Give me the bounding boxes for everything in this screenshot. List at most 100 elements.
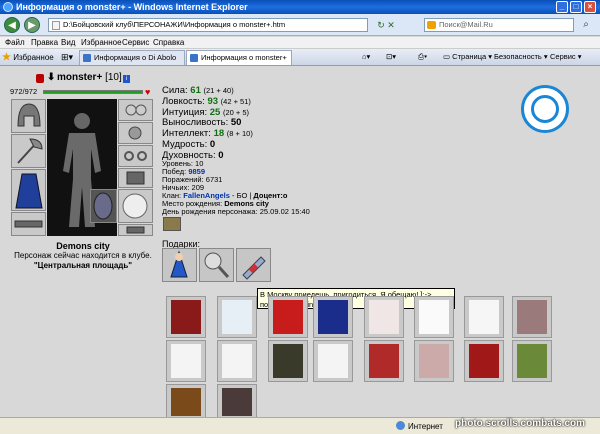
- gift-bottle[interactable]: [236, 248, 271, 282]
- menu-file[interactable]: Файл: [5, 37, 25, 49]
- safety-menu[interactable]: Безопасность ▾: [494, 52, 548, 61]
- gift-card[interactable]: [166, 340, 206, 382]
- refresh-button[interactable]: ↻ ✕: [372, 18, 400, 32]
- gloves-slot[interactable]: [118, 168, 153, 188]
- tab-label: Информация о monster+: [201, 53, 287, 62]
- print-icon[interactable]: ⎙▾: [418, 52, 427, 62]
- gift-card[interactable]: [217, 340, 257, 382]
- amulet-slot[interactable]: [118, 122, 153, 144]
- menu-view[interactable]: Вид: [61, 37, 75, 49]
- bottle-icon: [242, 256, 266, 280]
- round-shield-icon: [122, 193, 148, 219]
- card-art: [273, 300, 303, 334]
- menu-help[interactable]: Справка: [153, 37, 184, 49]
- favorites-label: Избранное: [13, 53, 54, 62]
- gift-card[interactable]: [313, 340, 353, 382]
- gift-card[interactable]: [268, 340, 308, 382]
- maximize-button[interactable]: □: [570, 1, 582, 13]
- stat-label: Сила:: [162, 85, 188, 96]
- gift-card[interactable]: [512, 296, 552, 338]
- gift-card[interactable]: [414, 296, 454, 338]
- search-button[interactable]: ⌕: [578, 18, 594, 32]
- minimize-button[interactable]: _: [556, 1, 568, 13]
- address-input[interactable]: D:\Бойцовский клуб\ПЕРСОНАЖИ\Информация …: [48, 18, 368, 32]
- ie-icon: [3, 2, 13, 12]
- boots-slot[interactable]: [118, 224, 153, 236]
- gift-mirror[interactable]: [199, 248, 234, 282]
- gift-card[interactable]: [414, 340, 454, 382]
- search-input[interactable]: Поиск@Mail.Ru: [424, 18, 574, 32]
- clan-crest-logo: [521, 85, 569, 133]
- tools-menu[interactable]: Сервис ▾: [550, 52, 582, 61]
- stat-label: Интуиция:: [162, 106, 208, 118]
- card-art: [171, 300, 201, 334]
- gift-card[interactable]: [217, 384, 257, 417]
- cloak-icon: [15, 173, 43, 209]
- belt-slot[interactable]: [11, 212, 46, 236]
- doll-icon: [170, 250, 188, 278]
- page-menu[interactable]: ▭ Страница ▾: [443, 52, 492, 61]
- offhand-slot[interactable]: [118, 189, 153, 223]
- star-icon: ★: [2, 52, 11, 63]
- menu-bar: Файл Правка Вид Избранное Сервис Справка: [0, 37, 600, 49]
- forward-button[interactable]: ▶: [24, 17, 40, 33]
- menu-favorites[interactable]: Избранное: [81, 37, 122, 49]
- gifts-chest-icon[interactable]: [163, 217, 181, 231]
- character-header: monster+ [10]: [57, 72, 122, 83]
- gift-card[interactable]: [166, 384, 206, 417]
- tab-di-abolo[interactable]: Информация о Di Abolo: [79, 50, 185, 65]
- zone-indicator: Интернет: [396, 421, 443, 431]
- earring-icon: [125, 104, 147, 116]
- menu-tools[interactable]: Сервис: [122, 37, 149, 49]
- gift-card[interactable]: [217, 296, 257, 338]
- card-art: [419, 300, 449, 334]
- gift-card[interactable]: [364, 296, 404, 338]
- gift-card[interactable]: [166, 296, 206, 338]
- stat-extra: (42 + 51): [220, 96, 251, 106]
- tab-monster[interactable]: Информация о monster+: [186, 50, 292, 65]
- address-toolbar: ◀ ▶ D:\Бойцовский клуб\ПЕРСОНАЖИ\Информа…: [0, 14, 600, 36]
- back-button[interactable]: ◀: [4, 17, 20, 33]
- location-line-2: "Центральная площадь": [33, 261, 133, 270]
- shield-icon: [93, 192, 113, 220]
- zone-label: Интернет: [408, 422, 443, 431]
- menu-edit[interactable]: Правка: [31, 37, 58, 49]
- stat-value: 25: [209, 106, 221, 118]
- globe-icon: [396, 421, 405, 430]
- weapon-slot[interactable]: [11, 134, 46, 168]
- clan-emblem-icon[interactable]: [36, 74, 44, 83]
- helmet-slot[interactable]: [11, 99, 46, 133]
- tools-menu-label: Сервис: [550, 52, 576, 61]
- info-block: Уровень: 10 Побед: 9859 Поражений: 6731 …: [162, 160, 310, 216]
- gift-card[interactable]: [364, 340, 404, 382]
- armor-slot[interactable]: [11, 169, 46, 211]
- gift-card[interactable]: [464, 296, 504, 338]
- address-text: D:\Бойцовский клуб\ПЕРСОНАЖИ\Информация …: [63, 20, 286, 29]
- tab-label: Информация о Di Abolo: [94, 53, 177, 62]
- stat-extra: (21 + 40): [203, 86, 234, 95]
- gift-doll[interactable]: [162, 248, 197, 282]
- earring-slot[interactable]: [118, 99, 153, 121]
- card-art: [222, 344, 252, 378]
- home-icon[interactable]: ⌂▾: [362, 52, 370, 61]
- feeds-icon[interactable]: ⊡▾: [386, 52, 396, 61]
- card-art: [318, 344, 348, 378]
- stat-extra: (8 + 10): [226, 129, 253, 139]
- page-content: ⬇ monster+ [10] i 972/972 ♥ Demons city …: [0, 67, 600, 417]
- favorites-button[interactable]: ★ Избранное: [2, 52, 54, 63]
- quick-tabs-icon[interactable]: ⊞▾: [61, 52, 73, 63]
- page-icon: [83, 54, 91, 62]
- close-button[interactable]: ×: [584, 1, 596, 13]
- page-icon: [52, 21, 60, 30]
- gift-card[interactable]: [268, 296, 308, 338]
- card-art: [318, 300, 348, 334]
- stat-label: Ловкость:: [162, 95, 205, 107]
- gift-card[interactable]: [464, 340, 504, 382]
- info-icon[interactable]: i: [123, 75, 130, 83]
- card-art: [273, 344, 303, 378]
- gift-card[interactable]: [313, 296, 353, 338]
- shield-slot[interactable]: [90, 189, 117, 223]
- gift-card[interactable]: [512, 340, 552, 382]
- search-placeholder: Поиск@Mail.Ru: [439, 20, 493, 29]
- ring-slot[interactable]: [118, 145, 153, 167]
